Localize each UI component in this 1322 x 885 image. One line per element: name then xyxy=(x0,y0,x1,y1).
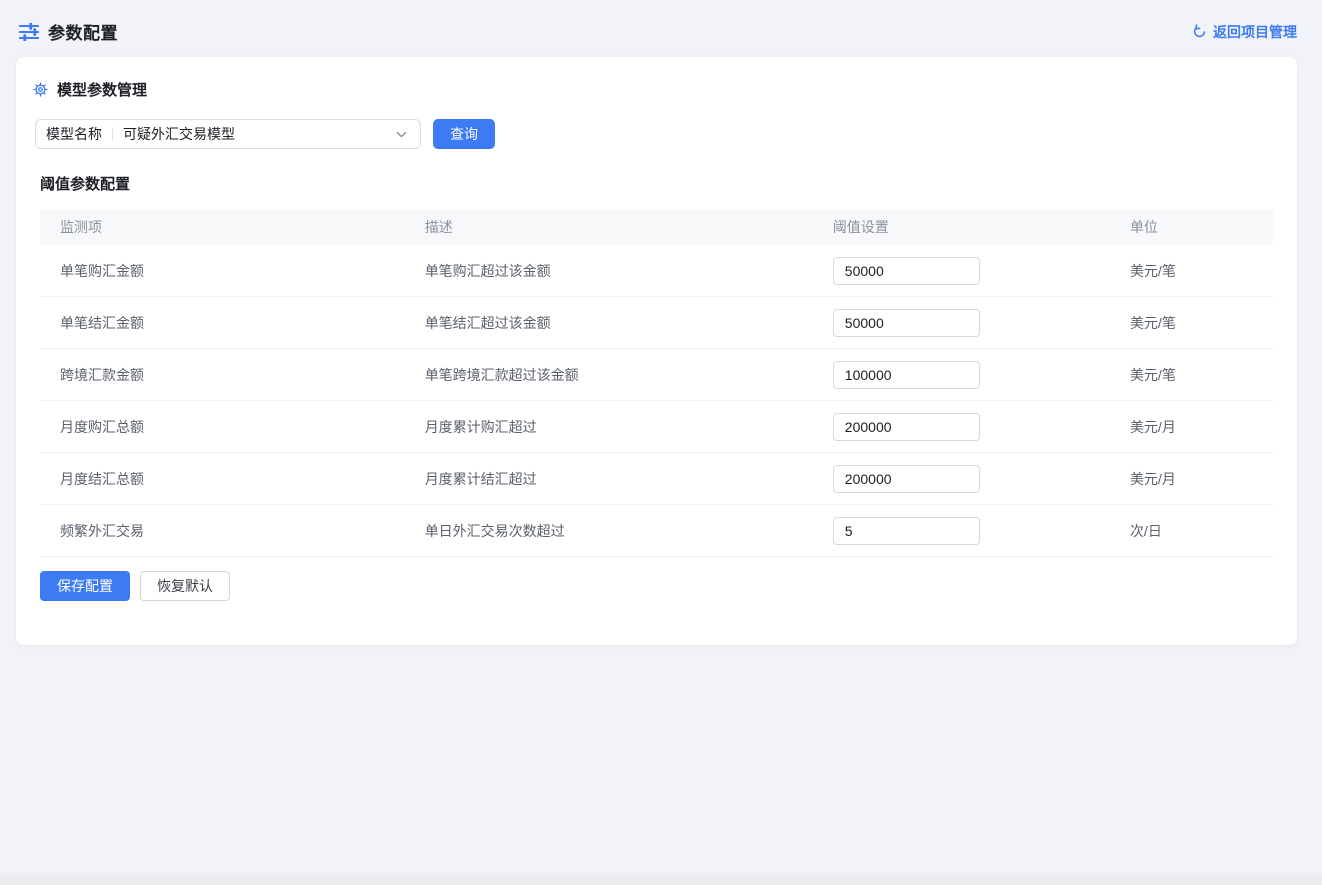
threshold-input[interactable] xyxy=(833,517,980,545)
cell-desc: 单日外汇交易次数超过 xyxy=(425,521,833,541)
table-body: 单笔购汇金额 单笔购汇超过该金额 美元/笔 单笔结汇金额 单笔结汇超过该金额 美… xyxy=(40,245,1273,557)
section-head: 模型参数管理 xyxy=(33,79,1273,100)
threshold-input[interactable] xyxy=(833,361,980,389)
cell-desc: 单笔跨境汇款超过该金额 xyxy=(425,365,833,385)
table-row: 频繁外汇交易 单日外汇交易次数超过 次/日 xyxy=(40,505,1273,557)
threshold-input[interactable] xyxy=(833,413,980,441)
table-title: 阈值参数配置 xyxy=(40,173,1273,194)
cell-unit: 美元/笔 xyxy=(1130,261,1273,281)
column-header-unit: 单位 xyxy=(1130,217,1273,237)
cell-desc: 单笔结汇超过该金额 xyxy=(425,313,833,333)
select-divider xyxy=(112,127,113,141)
table-row: 月度购汇总额 月度累计购汇超过 美元/月 xyxy=(40,401,1273,453)
threshold-table: 监测项 描述 阈值设置 单位 单笔购汇金额 单笔购汇超过该金额 美元/笔 单笔结… xyxy=(40,209,1273,557)
save-config-button[interactable]: 保存配置 xyxy=(40,571,130,601)
undo-arrow-icon xyxy=(1192,24,1207,39)
actions-row: 保存配置 恢复默认 xyxy=(40,571,1273,601)
column-header-item: 监测项 xyxy=(40,217,425,237)
table-row: 月度结汇总额 月度累计结汇超过 美元/月 xyxy=(40,453,1273,505)
select-selected-value: 可疑外汇交易模型 xyxy=(123,124,385,144)
table-header-row: 监测项 描述 阈值设置 单位 xyxy=(40,209,1273,245)
cell-item: 月度购汇总额 xyxy=(40,417,425,437)
cell-unit: 美元/笔 xyxy=(1130,365,1273,385)
cell-unit: 次/日 xyxy=(1130,521,1273,541)
model-name-select[interactable]: 模型名称 可疑外汇交易模型 xyxy=(35,119,421,149)
gear-icon xyxy=(33,82,48,97)
page-title: 参数配置 xyxy=(48,19,118,44)
column-header-desc: 描述 xyxy=(425,217,833,237)
section-title: 模型参数管理 xyxy=(57,79,147,100)
query-button[interactable]: 查询 xyxy=(433,119,495,149)
cell-unit: 美元/月 xyxy=(1130,417,1273,437)
cell-desc: 月度累计购汇超过 xyxy=(425,417,833,437)
cell-item: 单笔结汇金额 xyxy=(40,313,425,333)
back-to-projects-link[interactable]: 返回项目管理 xyxy=(1192,22,1297,42)
cell-item: 单笔购汇金额 xyxy=(40,261,425,281)
select-label: 模型名称 xyxy=(46,124,102,144)
sliders-icon xyxy=(19,23,39,41)
cell-item: 频繁外汇交易 xyxy=(40,521,425,541)
footer-strip xyxy=(0,873,1322,885)
table-row: 单笔结汇金额 单笔结汇超过该金额 美元/笔 xyxy=(40,297,1273,349)
table-row: 单笔购汇金额 单笔购汇超过该金额 美元/笔 xyxy=(40,245,1273,297)
model-parameter-card: 模型参数管理 模型名称 可疑外汇交易模型 查询 阈值参数配置 监测项 描述 阈值… xyxy=(16,57,1297,645)
threshold-input[interactable] xyxy=(833,309,980,337)
cell-desc: 月度累计结汇超过 xyxy=(425,469,833,489)
restore-default-button[interactable]: 恢复默认 xyxy=(140,571,230,601)
cell-desc: 单笔购汇超过该金额 xyxy=(425,261,833,281)
cell-unit: 美元/笔 xyxy=(1130,313,1273,333)
table-row: 跨境汇款金额 单笔跨境汇款超过该金额 美元/笔 xyxy=(40,349,1273,401)
back-link-label: 返回项目管理 xyxy=(1213,22,1297,42)
threshold-input[interactable] xyxy=(833,465,980,493)
cell-unit: 美元/月 xyxy=(1130,469,1273,489)
column-header-value: 阈值设置 xyxy=(833,217,1130,237)
cell-item: 月度结汇总额 xyxy=(40,469,425,489)
topbar: 参数配置 返回项目管理 xyxy=(0,0,1322,57)
filter-row: 模型名称 可疑外汇交易模型 查询 xyxy=(35,119,1273,149)
threshold-input[interactable] xyxy=(833,257,980,285)
cell-item: 跨境汇款金额 xyxy=(40,365,425,385)
chevron-down-icon xyxy=(395,128,408,141)
